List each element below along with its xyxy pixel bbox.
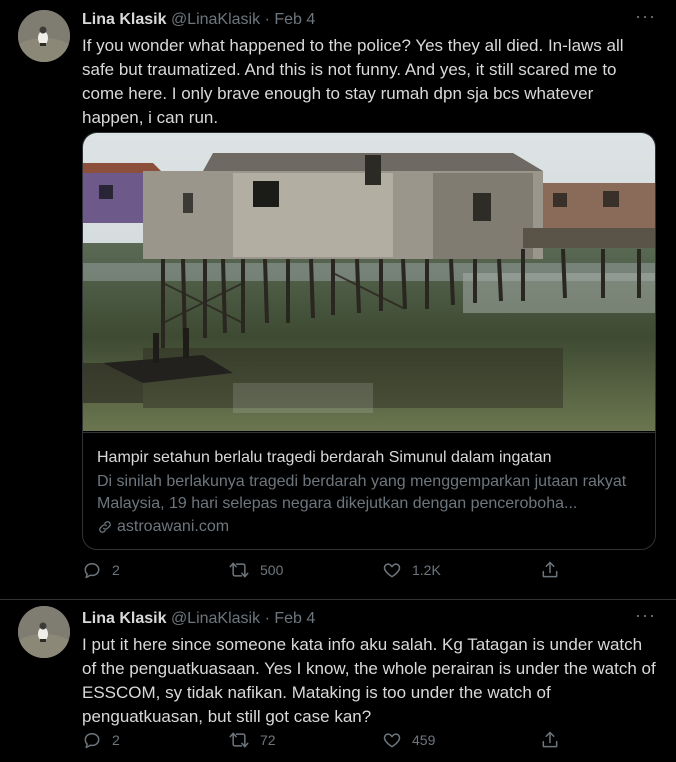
like-button[interactable]: 1.2K — [382, 560, 441, 580]
tweet-actions: 2 500 1.2K — [82, 560, 562, 584]
tweet-header: Lina Klasik @LinaKlasik · Feb 4 — [82, 610, 315, 628]
avatar-image — [18, 606, 70, 658]
retweet-button[interactable]: 72 — [228, 730, 276, 750]
card-body: Hampir setahun berlalu tragedi berdarah … — [83, 432, 655, 549]
card-image — [83, 133, 655, 431]
avatar-image — [18, 10, 70, 62]
card-title: Hampir setahun berlalu tragedi berdarah … — [97, 449, 552, 466]
reply-count: 2 — [112, 562, 120, 578]
handle[interactable]: @LinaKlasik — [171, 11, 260, 28]
tweet-actions: 2 72 459 — [82, 730, 562, 754]
link-icon — [99, 521, 111, 533]
retweet-count: 500 — [260, 562, 284, 578]
reply-button[interactable]: 2 — [82, 730, 120, 750]
tweet[interactable]: Lina Klasik @LinaKlasik · Feb 4 ··· If y… — [0, 0, 676, 600]
separator-dot: · — [264, 610, 270, 627]
share-icon — [542, 561, 558, 578]
share-icon — [542, 731, 558, 748]
retweet-button[interactable]: 500 — [228, 560, 283, 580]
separator-dot: · — [264, 11, 270, 28]
tweet-header: Lina Klasik @LinaKlasik · Feb 4 — [82, 11, 315, 29]
card-site: astroawani.com — [97, 518, 229, 536]
retweet-icon — [229, 562, 249, 578]
avatar[interactable] — [18, 606, 70, 658]
link-card[interactable]: Hampir setahun berlalu tragedi berdarah … — [82, 132, 656, 550]
tweet-text: If you wonder what happened to the polic… — [82, 36, 624, 127]
heart-icon — [383, 563, 401, 578]
like-count: 459 — [412, 732, 436, 748]
display-name[interactable]: Lina Klasik — [82, 11, 166, 28]
card-domain: astroawani.com — [117, 518, 230, 535]
share-button[interactable] — [540, 730, 560, 750]
avatar[interactable] — [18, 10, 70, 62]
handle[interactable]: @LinaKlasik — [171, 610, 260, 627]
tweet[interactable]: Lina Klasik @LinaKlasik · Feb 4 ··· I pu… — [0, 600, 676, 762]
timestamp[interactable]: Feb 4 — [274, 610, 315, 627]
retweet-count: 72 — [260, 732, 276, 748]
reply-icon — [84, 563, 100, 579]
reply-count: 2 — [112, 732, 120, 748]
like-count: 1.2K — [412, 562, 441, 578]
tweet-text: I put it here since someone kata info ak… — [82, 635, 656, 726]
display-name[interactable]: Lina Klasik — [82, 610, 166, 627]
share-button[interactable] — [540, 560, 560, 580]
reply-icon — [84, 733, 100, 749]
timestamp[interactable]: Feb 4 — [274, 11, 315, 28]
more-icon[interactable]: ··· — [635, 605, 656, 626]
like-button[interactable]: 459 — [382, 730, 435, 750]
card-description: Di sinilah berlakunya tragedi berdarah y… — [97, 473, 627, 512]
retweet-icon — [229, 732, 249, 748]
heart-icon — [383, 733, 401, 748]
reply-button[interactable]: 2 — [82, 560, 120, 580]
more-icon[interactable]: ··· — [635, 6, 656, 27]
